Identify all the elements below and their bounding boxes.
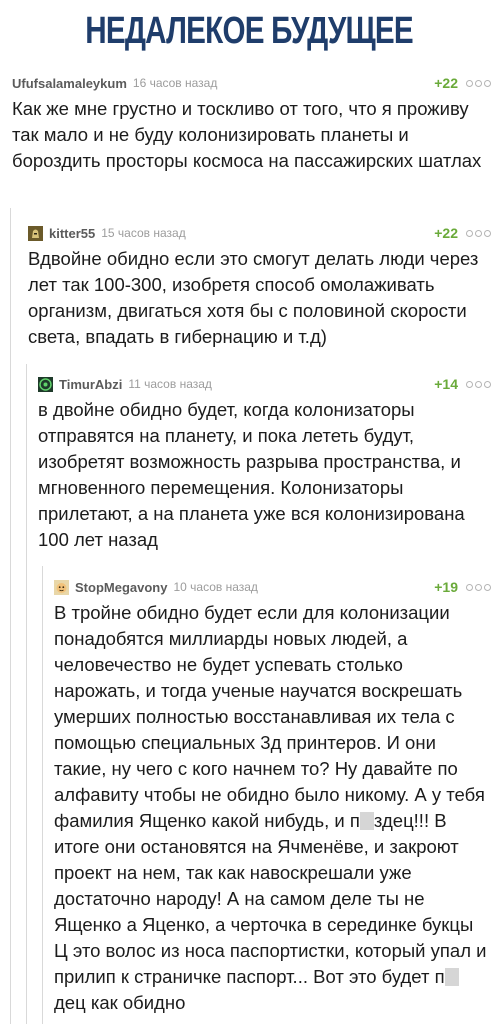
- comment-meta: kitter55 15 часов назад +22: [28, 222, 499, 244]
- more-options-icon[interactable]: [466, 79, 491, 87]
- comment-timestamp[interactable]: 16 часов назад: [133, 76, 217, 90]
- comment-username[interactable]: StopMegavony: [75, 580, 167, 595]
- more-options-icon[interactable]: [466, 229, 491, 237]
- comment-username[interactable]: TimurAbzi: [59, 377, 122, 392]
- comment-username[interactable]: Ufufsalamaleykum: [12, 76, 127, 91]
- comment: kitter55 15 часов назад +22 Вдвойне обид…: [28, 222, 499, 350]
- comment-meta: TimurAbzi 11 часов назад +14: [38, 373, 499, 395]
- page-title: НЕДАЛЕКОЕ БУДУЩЕЕ: [85, 9, 414, 52]
- comment-timestamp[interactable]: 15 часов назад: [101, 226, 185, 240]
- comment-text: В тройне обидно будет если для колонизац…: [54, 600, 499, 1016]
- comment-rating: +22: [434, 75, 458, 91]
- knight-avatar-icon[interactable]: [28, 225, 43, 241]
- cartoon-face-avatar-icon[interactable]: [54, 579, 69, 595]
- thread-line: [10, 208, 11, 1024]
- comment-timestamp[interactable]: 10 часов назад: [173, 580, 257, 594]
- more-options-icon[interactable]: [466, 583, 491, 591]
- comment-text-part: дец как обидно: [54, 992, 186, 1013]
- comment-text: Вдвойне обидно если это смогут делать лю…: [28, 248, 479, 347]
- comment-meta: StopMegavony 10 часов назад +19: [54, 576, 499, 598]
- more-options-icon[interactable]: [466, 380, 491, 388]
- comment-rating: +14: [434, 376, 458, 392]
- thread-line: [26, 364, 27, 1024]
- page-header: НЕДАЛЕКОЕ БУДУЩЕЕ: [0, 0, 499, 62]
- censor-block: [444, 968, 459, 986]
- comment-text-part: В тройне обидно будет если для колонизац…: [54, 602, 485, 831]
- censor-block: [359, 812, 374, 830]
- green-circle-avatar-icon[interactable]: [38, 376, 53, 392]
- comment-rating: +19: [434, 579, 458, 595]
- comment-username[interactable]: kitter55: [49, 226, 95, 241]
- comment-timestamp[interactable]: 11 часов назад: [128, 377, 212, 391]
- thread-line: [42, 566, 43, 1024]
- comment-rating: +22: [434, 225, 458, 241]
- comment-text: в двойне обидно будет, когда колонизатор…: [38, 399, 465, 550]
- comment: TimurAbzi 11 часов назад +14 в двойне об…: [38, 373, 499, 553]
- comment-text: Как же мне грустно и тоскливо от того, ч…: [12, 98, 482, 171]
- comment-meta: Ufufsalamaleykum 16 часов назад +22: [12, 72, 499, 94]
- comment-text-part: здец!!! В итоге они остановятся на Ячмен…: [54, 810, 487, 987]
- comment: StopMegavony 10 часов назад +19 В тройне…: [54, 576, 499, 1016]
- comment: Ufufsalamaleykum 16 часов назад +22 Как …: [12, 72, 499, 174]
